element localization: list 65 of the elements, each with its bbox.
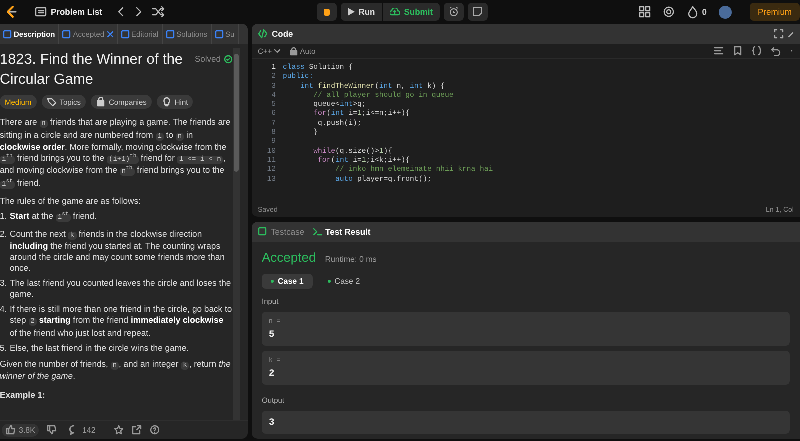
share-icon[interactable] xyxy=(132,425,142,435)
help-icon[interactable] xyxy=(150,425,160,435)
comments-button[interactable]: 142 xyxy=(65,424,100,436)
avatar[interactable] xyxy=(719,6,732,18)
alarm-clock-icon xyxy=(449,7,460,17)
grid-icon[interactable] xyxy=(639,6,652,18)
chevron-left-icon[interactable] xyxy=(116,6,126,18)
submit-button[interactable]: Submit xyxy=(383,3,440,21)
output-value: 3 xyxy=(269,417,276,428)
premium-button[interactable]: Premium xyxy=(750,3,800,21)
thumbs-down-icon[interactable] xyxy=(47,425,58,435)
code-brackets-icon xyxy=(258,29,268,39)
streak-count: 0 xyxy=(702,7,707,17)
parameter-value: 5 xyxy=(269,329,276,340)
play-icon xyxy=(348,8,355,16)
shuffle-icon[interactable] xyxy=(152,6,166,18)
tab-icon xyxy=(62,30,72,38)
tab-icon xyxy=(3,30,12,38)
result-tab[interactable]: Test Result xyxy=(312,227,371,237)
problem-title: 1823. Find the Winner of the Circular Game xyxy=(0,51,184,90)
logo-icon[interactable] xyxy=(4,5,17,19)
alarm-clock-button[interactable] xyxy=(444,3,464,21)
scrollbar[interactable] xyxy=(233,48,240,420)
note-button[interactable] xyxy=(468,3,488,21)
bug-icon xyxy=(322,7,332,17)
hint-icon xyxy=(162,97,172,107)
settings-icon[interactable] xyxy=(663,6,676,18)
fullscreen-icon[interactable] xyxy=(774,29,784,39)
verdict-text: Accepted xyxy=(262,250,316,265)
lock-icon xyxy=(290,46,298,56)
like-button[interactable]: 3.8K xyxy=(2,424,40,436)
thumbs-up-icon xyxy=(6,425,16,435)
problem-list-link[interactable]: Problem List xyxy=(51,7,102,17)
rule-item: 5. Else, the last friend in the circle wins the game. xyxy=(0,343,190,354)
cloud-upload-icon xyxy=(390,8,400,16)
braces-icon[interactable] xyxy=(752,46,762,56)
tab-icon xyxy=(166,30,175,38)
description-paragraph: The rules of the game are as follows: xyxy=(0,196,142,206)
list-icon xyxy=(35,6,47,18)
topics-icon xyxy=(46,97,57,107)
tab-icon xyxy=(120,30,130,38)
result-tab[interactable]: Testcase xyxy=(258,227,305,237)
debug-button[interactable] xyxy=(316,3,337,21)
bookmark-icon[interactable] xyxy=(733,46,743,56)
example-heading: Example 1: xyxy=(0,390,46,400)
chevron-right-icon[interactable] xyxy=(134,6,144,18)
run-button[interactable]: Run xyxy=(340,3,382,21)
checkbox-icon xyxy=(258,227,268,237)
note-icon xyxy=(473,7,484,17)
companies-icon xyxy=(96,97,106,107)
undo-icon[interactable] xyxy=(771,46,781,56)
chevron-down-icon[interactable] xyxy=(274,48,282,54)
terminal-icon xyxy=(312,227,323,237)
star-icon[interactable] xyxy=(114,425,124,435)
tab-icon xyxy=(214,30,224,38)
case-tab[interactable]: Case 1 xyxy=(262,274,313,289)
runtime-text: Runtime: 0 ms xyxy=(325,255,377,264)
case-tab[interactable]: Case 2 xyxy=(318,274,370,289)
panel-title: Code xyxy=(272,29,294,39)
format-icon[interactable] xyxy=(714,46,724,56)
check-circle-icon xyxy=(224,54,233,64)
close-icon[interactable] xyxy=(106,30,114,38)
rule-item: 3. The last friend you counted leaves the circle and loses the game. xyxy=(0,278,232,300)
solved-status: Solved xyxy=(195,54,221,64)
parameter-value: 2 xyxy=(269,368,276,379)
